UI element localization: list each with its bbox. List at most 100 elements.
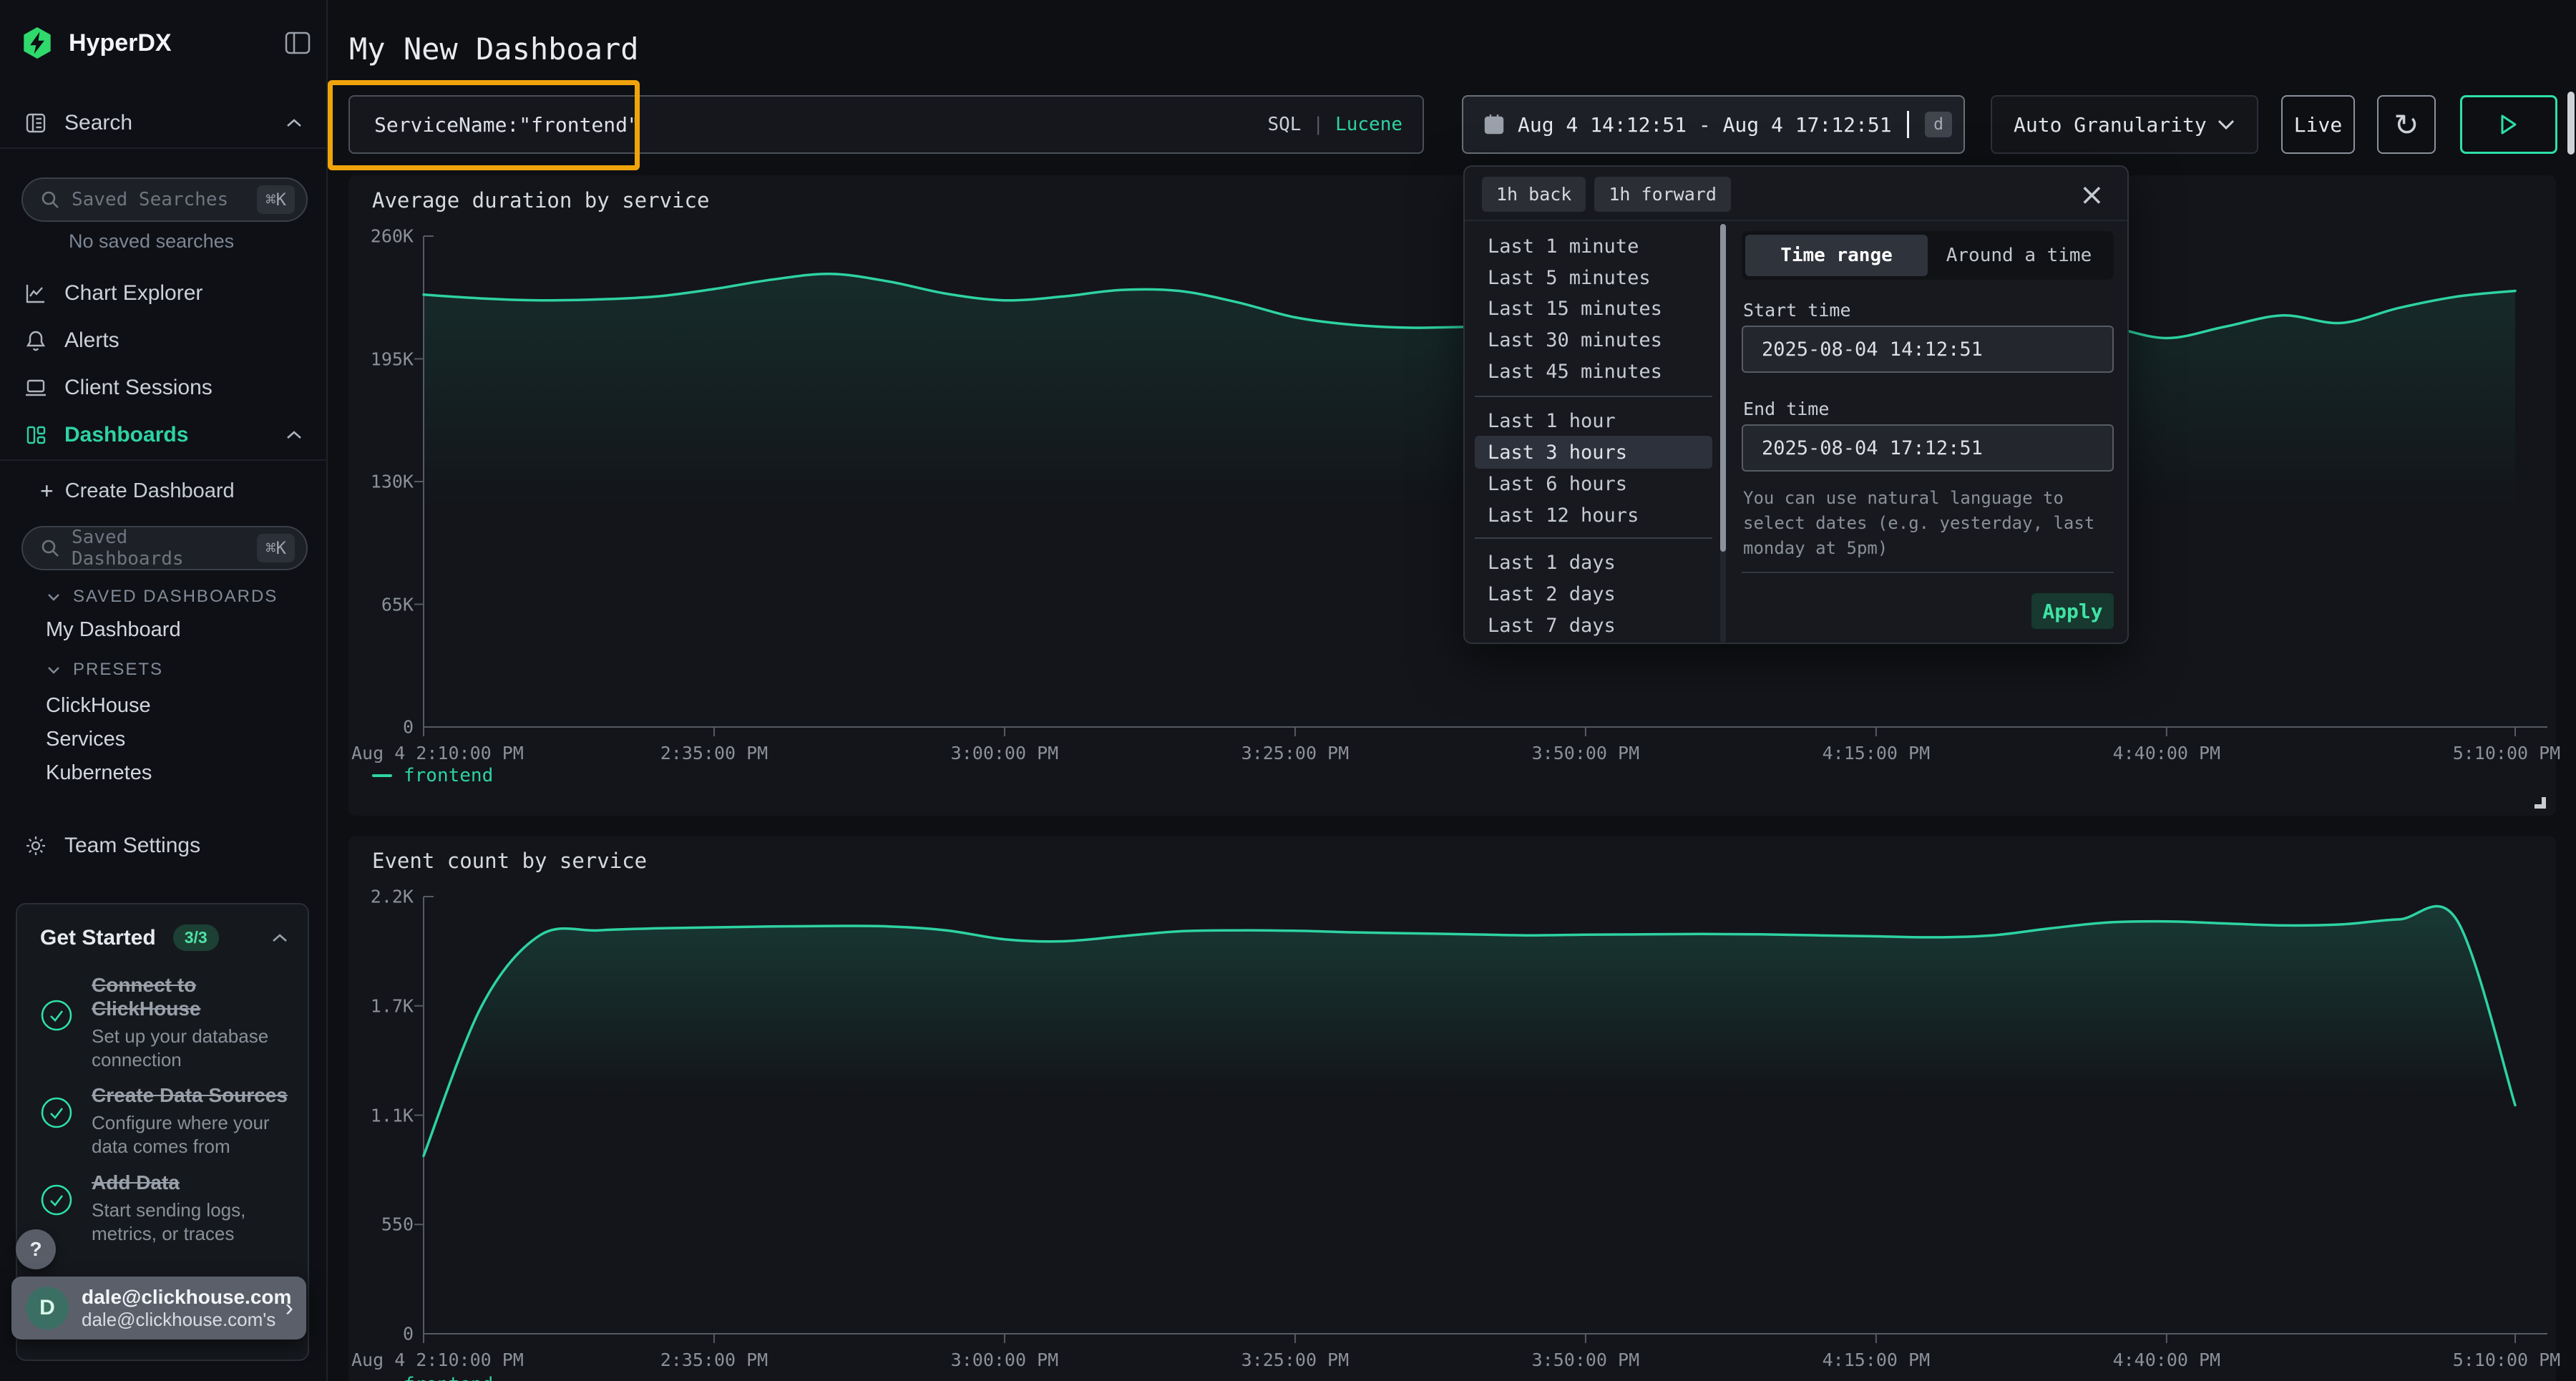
- shortcut-badge: d: [1925, 112, 1952, 137]
- saved-dashboards-placeholder: Saved Dashboards: [72, 527, 245, 570]
- preset-option[interactable]: Last 30 minutes: [1475, 323, 1712, 356]
- sidebar-item-chart-explorer[interactable]: Chart Explorer: [0, 276, 328, 311]
- saved-searches-input[interactable]: Saved Searches ⌘K: [21, 177, 308, 222]
- dashboard-filter-input[interactable]: ServiceName:"frontend" SQL | Lucene: [348, 95, 1424, 154]
- close-icon[interactable]: ×: [2079, 177, 2104, 212]
- checklist-item[interactable]: Connect to ClickHouse Set up your databa…: [40, 973, 302, 1071]
- user-menu[interactable]: D dale@clickhouse.com dale@clickhouse.co…: [11, 1277, 306, 1339]
- time-picker-popover: 1h back 1h forward × Last 1 minute Last …: [1463, 165, 2129, 644]
- sidebar-item-services[interactable]: Services: [46, 728, 125, 751]
- sidebar-item-label: Team Settings: [64, 834, 200, 858]
- line-chart[interactable]: [348, 175, 2556, 816]
- preset-option[interactable]: Last 1 minute: [1475, 230, 1712, 263]
- language-divider: |: [1312, 114, 1324, 135]
- help-button[interactable]: ?: [16, 1229, 56, 1269]
- preset-option[interactable]: Last 6 hours: [1475, 467, 1712, 500]
- chart-panel-event-count: Event count by service 05501.1K1.7K2.2K …: [348, 836, 2556, 1381]
- query-language-toggle: SQL | Lucene: [1267, 114, 1402, 135]
- preset-group-divider: [1475, 537, 1712, 539]
- legend-line-swatch: [372, 774, 392, 777]
- chart-legend[interactable]: frontend: [372, 765, 493, 786]
- preset-option[interactable]: Last 14 days: [1475, 636, 1712, 644]
- apply-button[interactable]: Apply: [2031, 593, 2114, 629]
- chevron-up-icon[interactable]: [272, 933, 288, 943]
- time-range-input[interactable]: Aug 4 14:12:51 - Aug 4 17:12:51 d: [1462, 95, 1965, 154]
- chart-legend[interactable]: frontend: [372, 1374, 493, 1381]
- tab-around-a-time[interactable]: Around a time: [1928, 235, 2110, 276]
- sidebar-item-label: Dashboards: [64, 423, 188, 447]
- shift-forward-button[interactable]: 1h forward: [1594, 177, 1731, 212]
- preset-option[interactable]: Last 1 hour: [1475, 404, 1712, 437]
- line-chart[interactable]: [348, 836, 2556, 1381]
- checklist-item-subtitle: Start sending logs, metrics, or traces: [92, 1199, 302, 1245]
- sidebar-item-team-settings[interactable]: Team Settings: [0, 829, 328, 863]
- user-subtext: dale@clickhouse.com's: [82, 1309, 273, 1331]
- sidebar-item-label: Client Sessions: [64, 376, 213, 400]
- saved-dashboards-input[interactable]: Saved Dashboards ⌘K: [21, 526, 308, 570]
- start-time-label: Start time: [1743, 300, 1851, 321]
- sidebar-item-my-dashboard[interactable]: My Dashboard: [46, 618, 181, 642]
- chart-panel-avg-duration: Average duration by service 065K130K195K…: [348, 175, 2556, 816]
- app-root: HyperDX Search Saved Searches ⌘K No save…: [0, 0, 2576, 1381]
- x-tick-label: 2:35:00 PM: [660, 743, 769, 763]
- checklist-item[interactable]: Create Data Sources Configure where your…: [40, 1083, 302, 1158]
- x-tick-label: 3:00:00 PM: [951, 743, 1059, 763]
- page-scrollbar[interactable]: [2567, 92, 2575, 155]
- sidebar-item-clickhouse[interactable]: ClickHouse: [46, 694, 151, 718]
- preset-option[interactable]: Last 2 days: [1475, 577, 1712, 610]
- presets-section-header[interactable]: PRESETS: [47, 660, 163, 680]
- panel-resize-handle[interactable]: [2534, 797, 2546, 809]
- start-time-input[interactable]: [1742, 326, 2114, 373]
- sidebar-divider: [0, 459, 328, 461]
- shift-back-button[interactable]: 1h back: [1482, 177, 1586, 212]
- sidebar-item-label: Chart Explorer: [64, 281, 203, 306]
- refresh-button[interactable]: ↻: [2377, 95, 2436, 154]
- y-tick-label: 130K: [371, 472, 414, 492]
- chevron-up-icon: [286, 430, 302, 440]
- run-query-button[interactable]: [2460, 95, 2557, 154]
- granularity-select[interactable]: Auto Granularity: [1991, 95, 2258, 154]
- sidebar-item-client-sessions[interactable]: Client Sessions: [0, 371, 328, 405]
- sidebar-item-search[interactable]: Search: [0, 106, 328, 140]
- legend-series-label: frontend: [404, 765, 493, 786]
- x-tick-label: 3:50:00 PM: [1532, 1350, 1640, 1370]
- y-tick-label: 0: [403, 717, 414, 738]
- hyperdx-logo-icon: [21, 26, 53, 60]
- create-dashboard-button[interactable]: + Create Dashboard: [40, 478, 235, 504]
- checklist-item-title: Create Data Sources: [92, 1083, 302, 1107]
- lucene-toggle[interactable]: Lucene: [1335, 114, 1402, 135]
- x-tick-label: 3:25:00 PM: [1241, 743, 1350, 763]
- search-section-icon: [23, 112, 49, 135]
- preset-group-divider: [1475, 396, 1712, 397]
- sidebar: HyperDX Search Saved Searches ⌘K No save…: [0, 0, 328, 1381]
- dashboards-icon: [23, 424, 49, 446]
- preset-option[interactable]: Last 15 minutes: [1475, 292, 1712, 325]
- x-tick-label: 4:15:00 PM: [1823, 743, 1931, 763]
- sidebar-collapse-icon[interactable]: [283, 29, 312, 57]
- brand[interactable]: HyperDX: [21, 26, 172, 60]
- chevron-up-icon: [286, 118, 302, 128]
- sql-toggle[interactable]: SQL: [1267, 114, 1301, 135]
- check-circle-icon: [40, 1096, 73, 1158]
- cmdk-shortcut-badge: ⌘K: [257, 534, 295, 562]
- preset-option[interactable]: Last 1 days: [1475, 546, 1712, 579]
- end-time-label: End time: [1743, 399, 1829, 419]
- saved-dashboards-section-header[interactable]: SAVED DASHBOARDS: [47, 587, 278, 607]
- x-tick-label: 3:00:00 PM: [951, 1350, 1059, 1370]
- preset-option[interactable]: Last 12 hours: [1475, 499, 1712, 532]
- sidebar-item-dashboards[interactable]: Dashboards: [0, 418, 328, 452]
- calendar-icon: [1483, 113, 1505, 136]
- live-button[interactable]: Live: [2281, 95, 2355, 154]
- x-tick-label: 4:15:00 PM: [1823, 1350, 1931, 1370]
- preset-option-selected[interactable]: Last 3 hours: [1475, 436, 1712, 469]
- get-started-progress-badge: 3/3: [173, 924, 219, 951]
- preset-option[interactable]: Last 45 minutes: [1475, 355, 1712, 388]
- sidebar-item-kubernetes[interactable]: Kubernetes: [46, 761, 152, 785]
- checklist-item[interactable]: Add Data Start sending logs, metrics, or…: [40, 1171, 302, 1245]
- tab-time-range[interactable]: Time range: [1745, 235, 1928, 276]
- end-time-input[interactable]: [1742, 424, 2114, 472]
- sidebar-item-alerts[interactable]: Alerts: [0, 323, 328, 358]
- popover-scrollbar-thumb[interactable]: [1720, 224, 1726, 552]
- chart-explorer-icon: [23, 282, 49, 305]
- preset-option[interactable]: Last 5 minutes: [1475, 261, 1712, 294]
